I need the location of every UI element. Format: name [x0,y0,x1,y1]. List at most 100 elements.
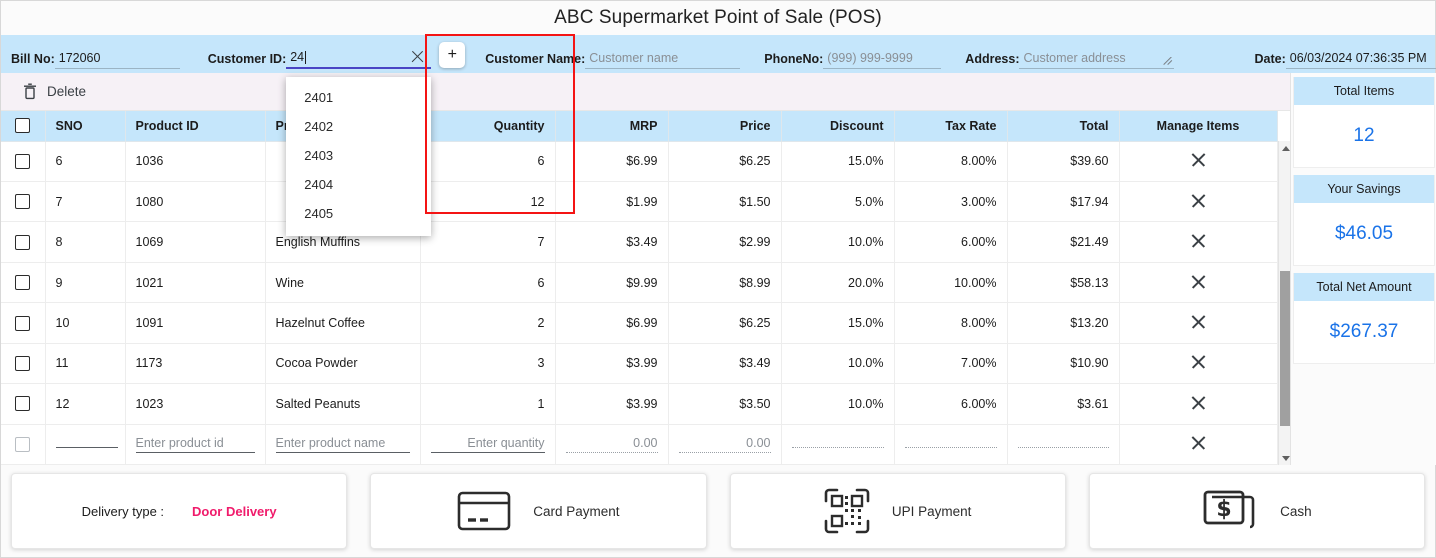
cell-productname[interactable]: Cocoa Powder [265,343,420,383]
row-select-cell[interactable] [1,343,45,383]
cell-manage[interactable] [1119,222,1277,262]
dropdown-option[interactable]: 2401 [286,83,431,112]
address-field[interactable]: Address: Customer address [965,39,1174,69]
entry-taxrate-input[interactable] [894,424,1007,464]
entry-quantity-input[interactable]: Enter quantity [420,424,555,464]
cell-manage[interactable] [1119,262,1277,302]
cell-price: $2.99 [668,222,781,262]
row-checkbox[interactable] [15,356,30,371]
cell-mrp: $9.99 [555,262,668,302]
cell-productname[interactable]: Hazelnut Coffee [265,303,420,343]
entry-price-input[interactable]: 0.00 [668,424,781,464]
cell-mrp: $6.99 [555,141,668,181]
cell-productid[interactable]: 1080 [125,181,265,221]
cell-manage[interactable] [1119,343,1277,383]
cell-productid[interactable]: 1021 [125,262,265,302]
phone-input[interactable]: (999) 999-9999 [823,49,941,69]
row-checkbox[interactable] [15,235,30,250]
dropdown-option[interactable]: 2404 [286,170,431,199]
address-input[interactable]: Customer address [1019,49,1174,69]
table-row[interactable]: 12 1023 Salted Peanuts 1 $3.99 $3.50 10.… [1,384,1277,424]
phone-field[interactable]: PhoneNo: (999) 999-9999 [764,39,941,69]
close-icon[interactable] [1190,434,1207,451]
row-select-cell[interactable] [1,262,45,302]
table-row[interactable]: 10 1091 Hazelnut Coffee 2 $6.99 $6.25 15… [1,303,1277,343]
table-vertical-scrollbar[interactable] [1278,141,1291,465]
table-row[interactable]: 11 1173 Cocoa Powder 3 $3.99 $3.49 10.0%… [1,343,1277,383]
add-customer-button[interactable]: + [439,42,465,68]
cell-manage[interactable] [1119,303,1277,343]
cell-manage[interactable] [1119,384,1277,424]
select-all-checkbox[interactable] [15,118,30,133]
close-icon[interactable] [1190,232,1207,249]
cell-quantity[interactable]: 3 [420,343,555,383]
close-icon[interactable] [1190,192,1207,209]
close-icon[interactable] [1190,394,1207,411]
customer-id-field[interactable]: Customer ID: 24 2401 2402 2403 2404 2405… [208,39,465,69]
row-select-cell[interactable] [1,222,45,262]
close-icon[interactable] [1190,353,1207,370]
row-select-cell[interactable] [1,181,45,221]
row-select-cell[interactable] [1,303,45,343]
dropdown-option[interactable]: 2402 [286,112,431,141]
customer-id-combobox[interactable]: 24 2401 2402 2403 2404 2405 [286,47,431,69]
date-value: 06/03/2024 07:36:35 PM [1286,49,1436,69]
cell-productname[interactable]: Wine [265,262,420,302]
select-all-header[interactable] [1,111,45,141]
scrollbar-thumb[interactable] [1280,271,1291,426]
table-row[interactable]: 7 1080 12 $1.99 $1.50 5.0% 3.00% $17.94 [1,181,1277,221]
customer-id-dropdown[interactable]: 2401 2402 2403 2404 2405 [286,77,431,236]
close-icon[interactable] [1190,273,1207,290]
entry-discount-input[interactable] [781,424,894,464]
close-icon[interactable] [410,49,425,64]
cell-productid[interactable]: 1023 [125,384,265,424]
dropdown-option[interactable]: 2403 [286,141,431,170]
row-checkbox[interactable] [15,396,30,411]
cell-productid[interactable]: 1069 [125,222,265,262]
row-select-cell[interactable] [1,141,45,181]
cell-quantity[interactable]: 2 [420,303,555,343]
customer-id-input[interactable]: 24 [286,47,431,69]
cell-productid[interactable]: 1173 [125,343,265,383]
row-checkbox[interactable] [15,275,30,290]
table-row[interactable]: 6 1036 6 $6.99 $6.25 15.0% 8.00% $39.60 [1,141,1277,181]
cell-manage[interactable] [1119,141,1277,181]
row-checkbox[interactable] [15,154,30,169]
close-icon[interactable] [1190,313,1207,330]
cell-mrp: $3.99 [555,343,668,383]
scroll-up-button[interactable] [1279,141,1291,155]
entry-productid-input[interactable]: Enter product id [125,424,265,464]
cell-productid[interactable]: 1036 [125,141,265,181]
table-row[interactable]: 9 1021 Wine 6 $9.99 $8.99 20.0% 10.00% $… [1,262,1277,302]
resize-grip-icon[interactable] [1163,57,1173,67]
row-select-cell[interactable] [1,424,45,464]
scroll-down-button[interactable] [1279,451,1291,465]
row-checkbox[interactable] [15,316,30,331]
new-item-entry-row[interactable]: Enter product id Enter product name Ente… [1,424,1277,464]
cell-manage[interactable] [1119,181,1277,221]
customer-name-input[interactable]: Customer name [585,49,740,69]
delete-button[interactable]: Delete [23,83,86,100]
cash-payment-button[interactable]: $ Cash [1089,473,1425,549]
table-row[interactable]: 8 1069 English Muffins 7 $3.49 $2.99 10.… [1,222,1277,262]
cell-sno: 12 [45,384,125,424]
row-select-cell[interactable] [1,384,45,424]
cell-productid[interactable]: 1091 [125,303,265,343]
entry-mrp-input[interactable]: 0.00 [555,424,668,464]
cell-quantity[interactable]: 6 [420,141,555,181]
close-icon[interactable] [1190,151,1207,168]
cell-productname[interactable]: Salted Peanuts [265,384,420,424]
card-payment-button[interactable]: Card Payment [370,473,706,549]
dropdown-option[interactable]: 2405 [286,199,431,228]
upi-payment-button[interactable]: UPI Payment [730,473,1066,549]
row-checkbox[interactable] [15,194,30,209]
row-checkbox[interactable] [15,437,30,452]
cell-quantity[interactable]: 1 [420,384,555,424]
delivery-type-button[interactable]: Delivery type : Door Delivery [11,473,347,549]
cell-quantity[interactable]: 6 [420,262,555,302]
customer-name-field[interactable]: Customer Name: Customer name [485,39,740,69]
cell-quantity[interactable]: 7 [420,222,555,262]
cell-quantity[interactable]: 12 [420,181,555,221]
entry-productname-input[interactable]: Enter product name [265,424,420,464]
entry-manage[interactable] [1119,424,1277,464]
